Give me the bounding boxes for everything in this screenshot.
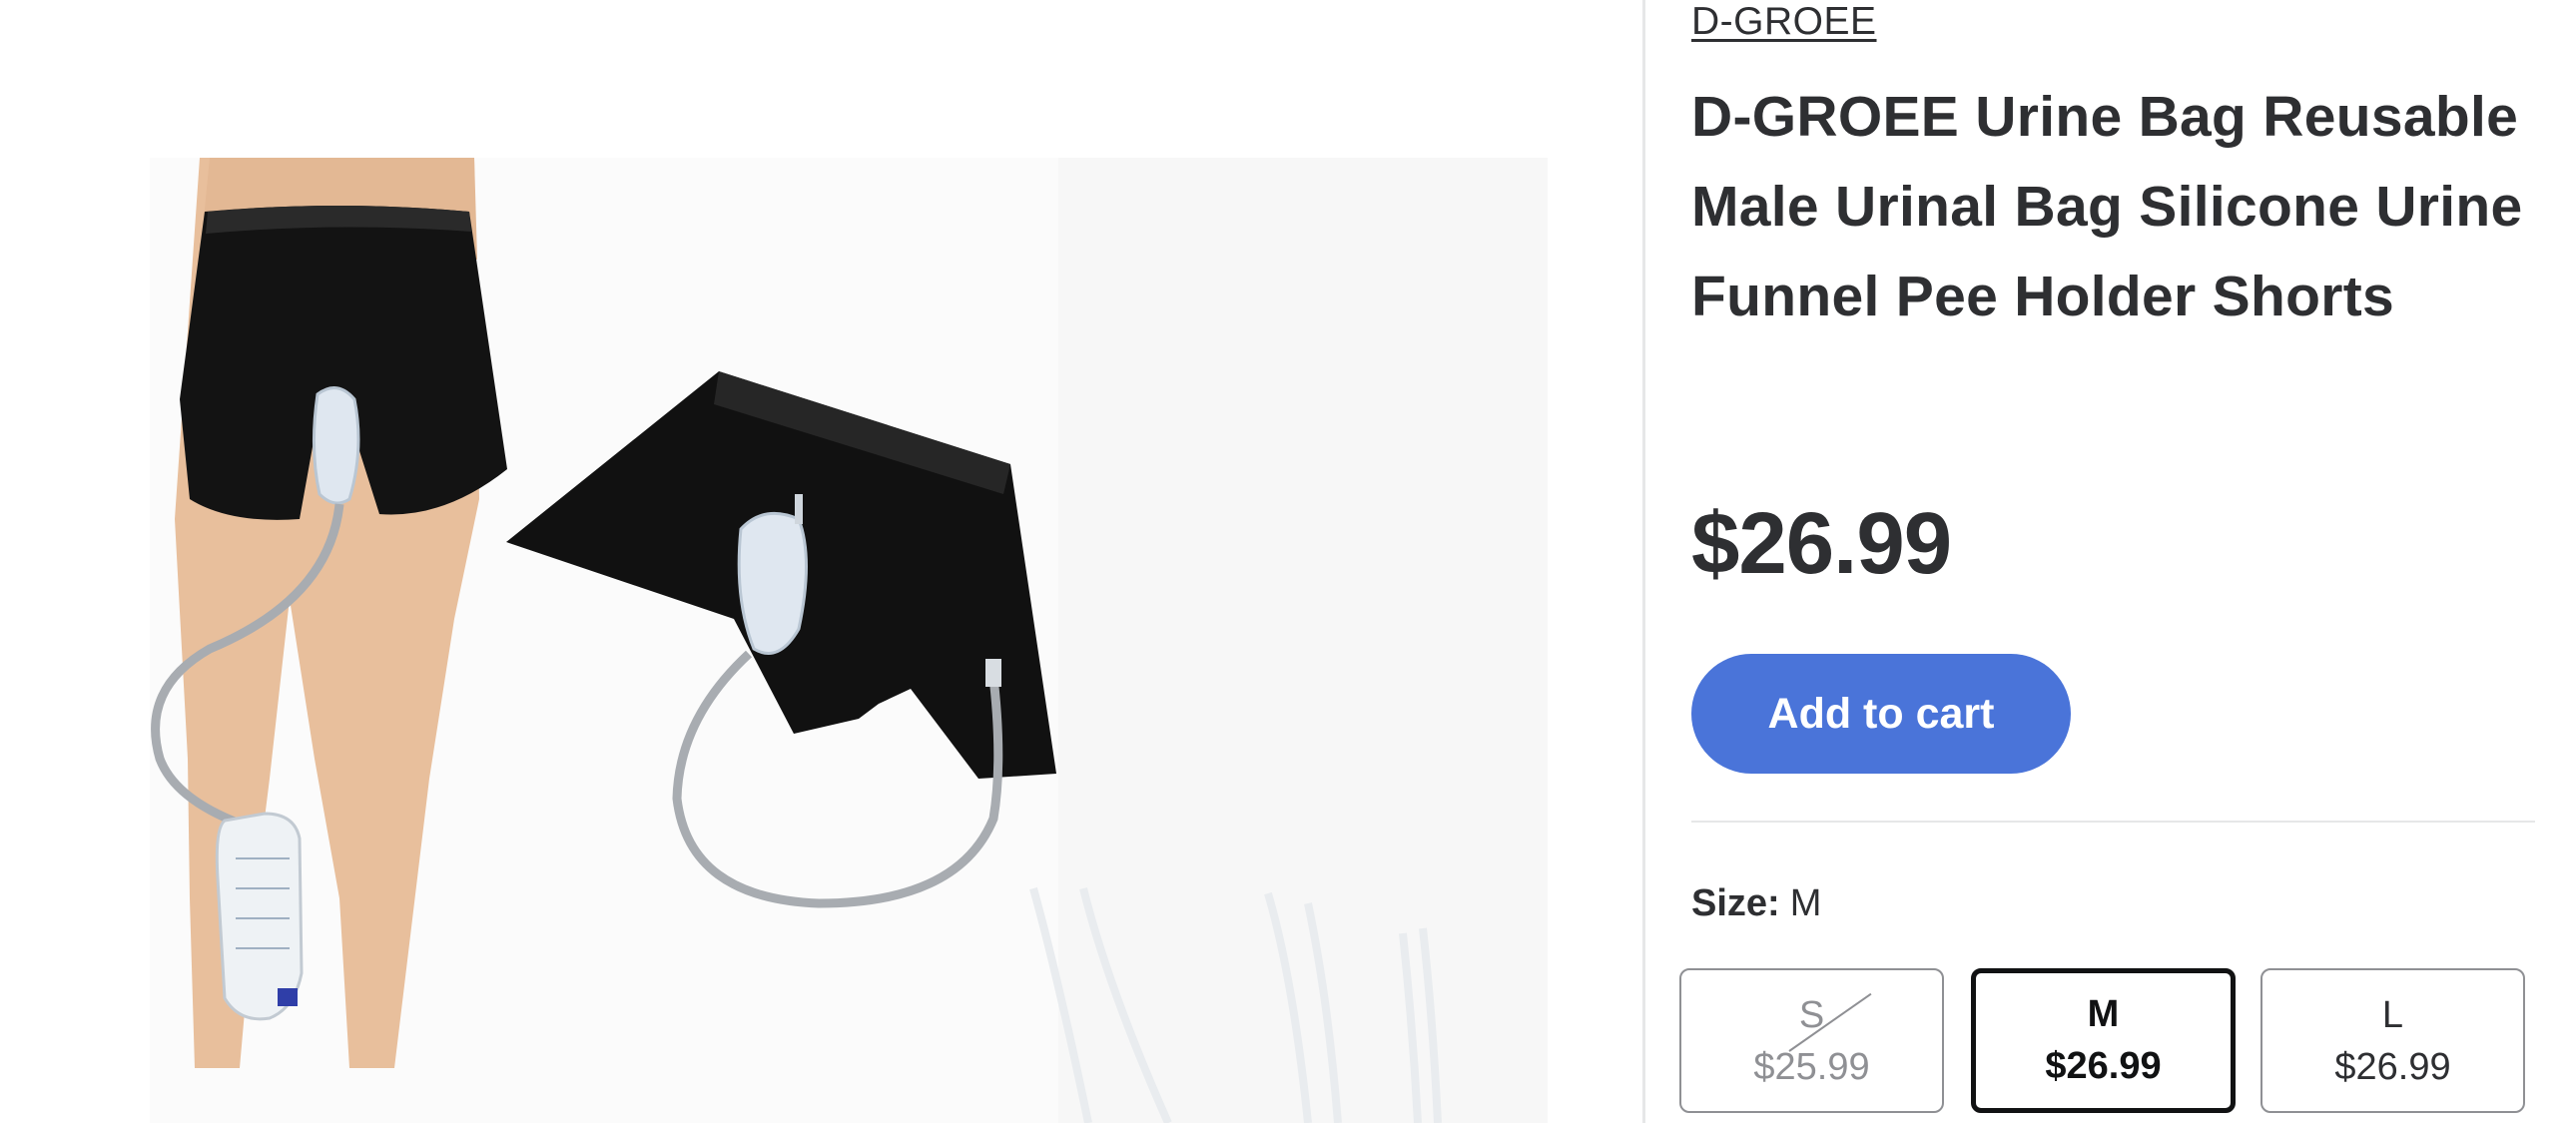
brand-link[interactable]: D-GROEE — [1691, 0, 1877, 44]
size-option-m[interactable]: M $26.99 — [1971, 968, 2236, 1113]
size-label: Size: — [1691, 882, 1780, 924]
product-image-gallery[interactable] — [0, 0, 1642, 1123]
size-option-name: S — [1798, 994, 1825, 1036]
selected-size-value: M — [1789, 882, 1822, 924]
size-option-name: L — [2381, 994, 2404, 1036]
product-price: $26.99 — [1691, 495, 1952, 592]
product-info-panel: D-GROEE D-GROEE Urine Bag Reusable Male … — [1679, 0, 2540, 1123]
size-option-l[interactable]: L $26.99 — [2260, 968, 2525, 1113]
add-to-cart-button[interactable]: Add to cart — [1691, 654, 2071, 774]
size-option-price: $25.99 — [1753, 1046, 1870, 1088]
size-options: S $25.99 M $26.99 L $26.99 — [1679, 968, 2538, 1113]
size-selector-label: Size: M — [1691, 882, 1821, 925]
size-option-price: $26.99 — [2334, 1046, 2451, 1088]
size-option-s[interactable]: S $25.99 — [1679, 968, 1944, 1113]
product-title: D-GROEE Urine Bag Reusable Male Urinal B… — [1691, 85, 2523, 328]
size-option-price: $26.99 — [2045, 1045, 2162, 1087]
product-image — [150, 158, 1548, 1123]
panel-divider — [1642, 0, 1645, 1123]
size-option-name: M — [2087, 993, 2120, 1035]
section-divider — [1691, 821, 2535, 823]
